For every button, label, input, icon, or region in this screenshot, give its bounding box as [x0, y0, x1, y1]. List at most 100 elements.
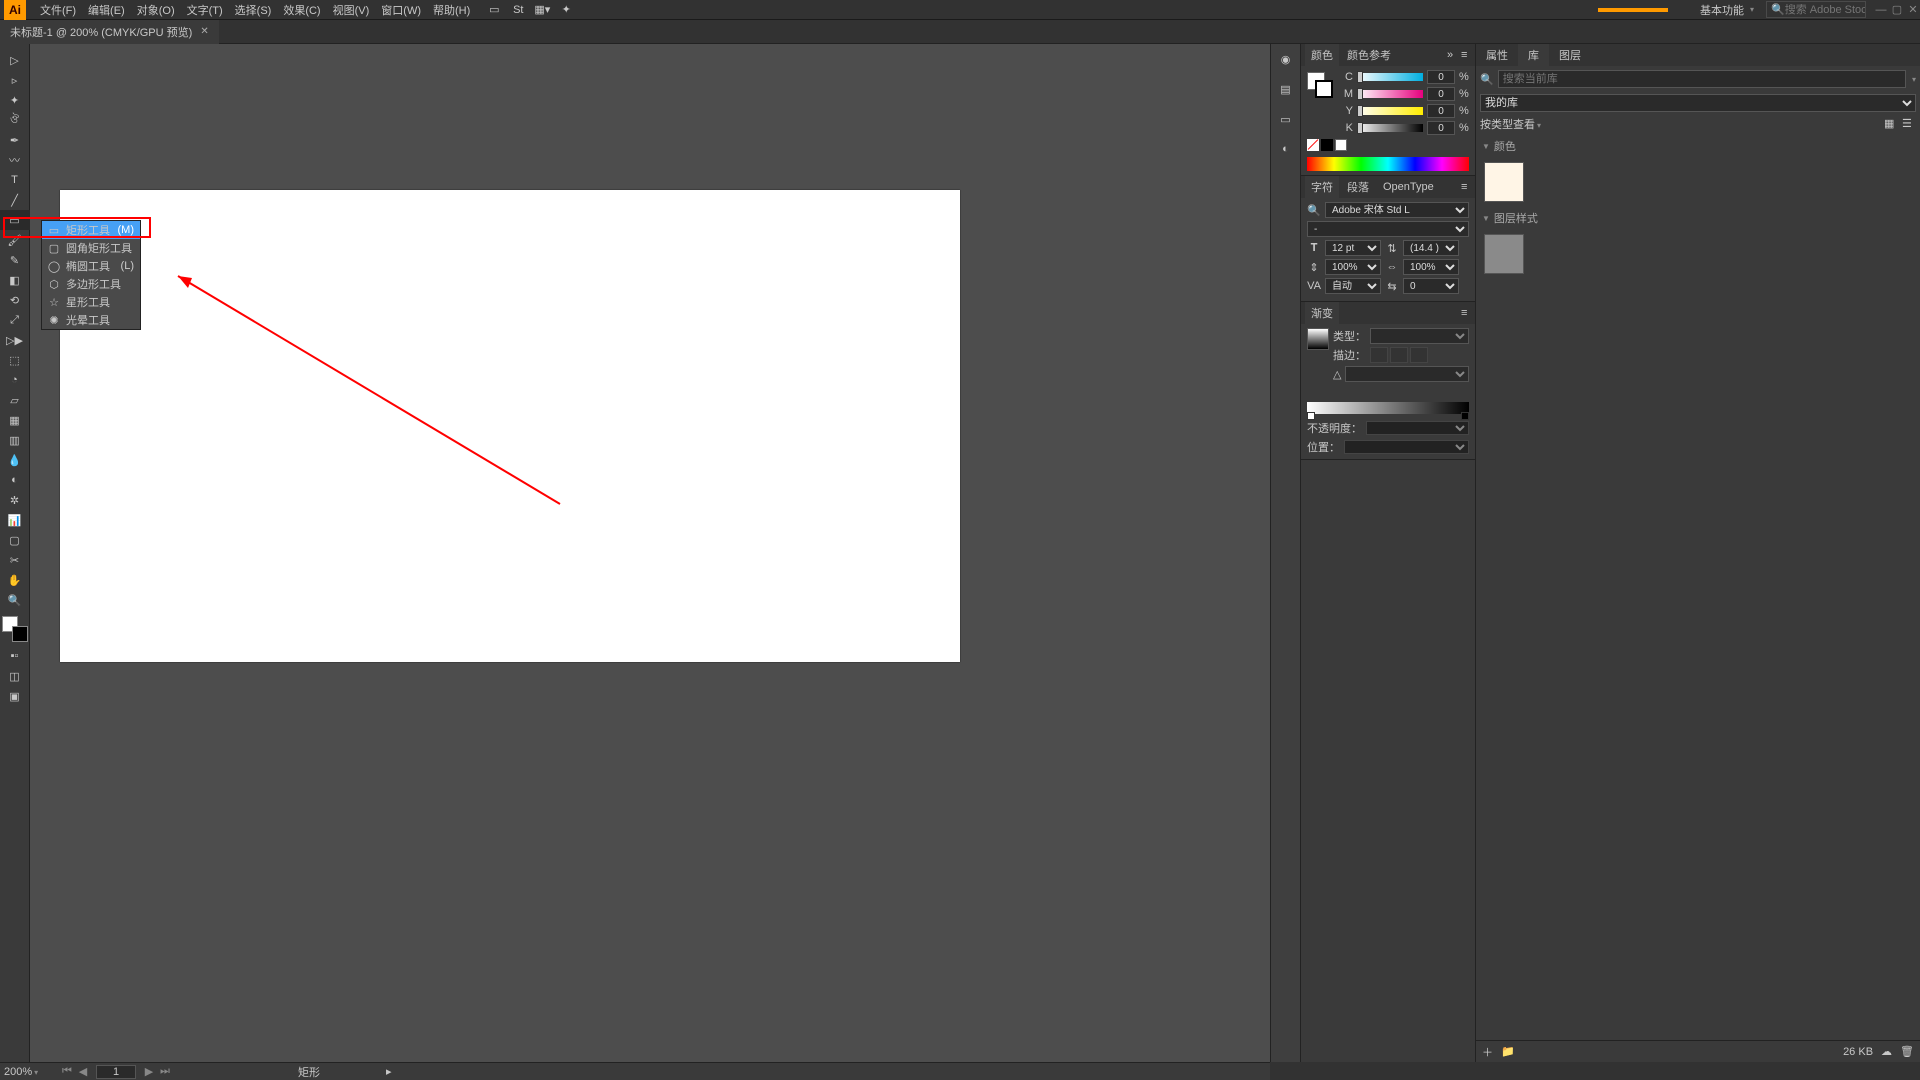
- free-transform-tool[interactable]: ⬚: [0, 350, 30, 370]
- selection-tool[interactable]: ▷: [0, 50, 30, 70]
- menu-effect[interactable]: 效果(C): [277, 0, 326, 20]
- panel-menu-icon[interactable]: ≡: [1461, 307, 1473, 319]
- pen-tool[interactable]: ✒: [0, 130, 30, 150]
- eraser-tool[interactable]: ◧: [0, 270, 30, 290]
- artboard-number[interactable]: [96, 1065, 136, 1079]
- opentype-tab[interactable]: OpenType: [1377, 176, 1440, 198]
- black-value[interactable]: [1427, 121, 1455, 135]
- menu-select[interactable]: 选择(S): [229, 0, 278, 20]
- slice-tool[interactable]: ✂: [0, 550, 30, 570]
- panel-menu-icon[interactable]: ≡: [1461, 181, 1473, 193]
- properties-tab[interactable]: 属性: [1476, 44, 1518, 66]
- vscale-select[interactable]: 100%: [1325, 259, 1381, 275]
- menu-edit[interactable]: 编辑(E): [82, 0, 131, 20]
- libraries-icon[interactable]: ▤: [1275, 78, 1297, 100]
- maximize-button[interactable]: ▢: [1890, 3, 1904, 17]
- collapse-icon[interactable]: »: [1447, 49, 1459, 61]
- yellow-slider[interactable]: [1357, 107, 1423, 115]
- curvature-tool[interactable]: 〰: [0, 150, 30, 170]
- gradient-angle[interactable]: [1345, 366, 1469, 382]
- symbol-tool[interactable]: ✲: [0, 490, 30, 510]
- panel-fill-stroke[interactable]: [1307, 72, 1333, 98]
- scale-tool[interactable]: ⤢: [0, 310, 30, 330]
- gradient-ramp[interactable]: [1307, 402, 1469, 414]
- document-tab[interactable]: 未标题-1 @ 200% (CMYK/GPU 预览) ✕: [0, 20, 219, 44]
- arrange-icon[interactable]: ▦▾: [534, 2, 550, 18]
- brushes-icon[interactable]: ▭: [1275, 108, 1297, 130]
- menu-help[interactable]: 帮助(H): [427, 0, 476, 20]
- rectangle-tool[interactable]: ▭: [0, 210, 30, 230]
- preferences-icon[interactable]: St: [510, 2, 526, 18]
- trash-icon[interactable]: 🗑: [1900, 1045, 1914, 1058]
- layers-tab[interactable]: 图层: [1549, 44, 1591, 66]
- paintbrush-tool[interactable]: 🖌: [0, 230, 30, 250]
- grid-view-icon[interactable]: ▦: [1884, 117, 1898, 131]
- gradient-stop-end[interactable]: [1461, 412, 1469, 420]
- magenta-value[interactable]: [1427, 87, 1455, 101]
- screen-mode[interactable]: ▣: [0, 686, 30, 706]
- menu-object[interactable]: 对象(O): [131, 0, 181, 20]
- black-swatch[interactable]: [1321, 139, 1333, 151]
- zoom-tool[interactable]: 🔍: [0, 590, 30, 610]
- magenta-slider[interactable]: [1357, 90, 1423, 98]
- flyout-star[interactable]: ☆ 星形工具: [42, 293, 140, 311]
- library-folder-icon[interactable]: 📁: [1501, 1045, 1515, 1058]
- stop-location[interactable]: [1344, 440, 1469, 454]
- none-swatch[interactable]: [1307, 139, 1319, 151]
- library-color-swatch[interactable]: [1484, 162, 1524, 202]
- menu-type[interactable]: 文字(T): [181, 0, 229, 20]
- stroke-grad-3[interactable]: [1410, 347, 1428, 363]
- stock-search-input[interactable]: [1785, 4, 1865, 16]
- color-mode-row[interactable]: ▪▫: [0, 646, 30, 666]
- menu-view[interactable]: 视图(V): [327, 0, 376, 20]
- font-style-select[interactable]: -: [1307, 221, 1469, 237]
- color-section-header[interactable]: 颜色: [1476, 134, 1920, 158]
- style-section-header[interactable]: 图层样式: [1476, 206, 1920, 230]
- minimize-button[interactable]: —: [1874, 3, 1888, 17]
- close-tab-icon[interactable]: ✕: [200, 26, 208, 37]
- doc-setup-icon[interactable]: ▭: [486, 2, 502, 18]
- add-content-icon[interactable]: ＋: [1482, 1044, 1493, 1060]
- search-dropdown[interactable]: [1910, 73, 1916, 85]
- character-tab[interactable]: 字符: [1305, 176, 1339, 198]
- panel-menu-icon[interactable]: ≡: [1461, 49, 1473, 61]
- stop-opacity[interactable]: [1366, 421, 1469, 435]
- font-family-select[interactable]: Adobe 宋体 Std L: [1325, 202, 1469, 218]
- hand-tool[interactable]: ✋: [0, 570, 30, 590]
- next-artboard-icon[interactable]: ▶: [142, 1065, 156, 1078]
- appearance-icon[interactable]: ◐: [1275, 138, 1297, 160]
- menu-file[interactable]: 文件(F): [34, 0, 82, 20]
- cloud-sync-icon[interactable]: ☁: [1881, 1045, 1892, 1058]
- flyout-flare[interactable]: ✺ 光晕工具: [42, 311, 140, 329]
- gradient-type-select[interactable]: [1370, 328, 1469, 344]
- prev-artboard-icon[interactable]: ◀: [76, 1065, 90, 1078]
- kerning-select[interactable]: 自动: [1325, 278, 1381, 294]
- magic-wand-tool[interactable]: ✦: [0, 90, 30, 110]
- rotate-tool[interactable]: ⟲: [0, 290, 30, 310]
- list-view-icon[interactable]: ☰: [1902, 117, 1916, 131]
- flyout-polygon[interactable]: ⬡ 多边形工具: [42, 275, 140, 293]
- perspective-tool[interactable]: ▱: [0, 390, 30, 410]
- gradient-stop-start[interactable]: [1307, 412, 1315, 420]
- color-tab[interactable]: 颜色: [1305, 44, 1339, 66]
- menu-window[interactable]: 窗口(W): [375, 0, 427, 20]
- gradient-tab[interactable]: 渐变: [1305, 302, 1339, 324]
- libraries-tab[interactable]: 库: [1518, 44, 1549, 66]
- gpu-icon[interactable]: ✦: [558, 2, 574, 18]
- library-select[interactable]: 我的库: [1480, 94, 1916, 112]
- stroke-color[interactable]: [12, 626, 28, 642]
- artboard[interactable]: [60, 190, 960, 662]
- flyout-ellipse[interactable]: ◯ 椭圆工具 (L): [42, 257, 140, 275]
- graph-tool[interactable]: 📊: [0, 510, 30, 530]
- color-guide-tab[interactable]: 颜色参考: [1341, 44, 1397, 66]
- library-search-input[interactable]: [1498, 70, 1906, 88]
- artboard-tool[interactable]: ▢: [0, 530, 30, 550]
- color-themes-icon[interactable]: ◉: [1275, 48, 1297, 70]
- cyan-value[interactable]: [1427, 70, 1455, 84]
- paragraph-tab[interactable]: 段落: [1341, 176, 1375, 198]
- cyan-slider[interactable]: [1357, 73, 1423, 81]
- tracking-select[interactable]: 0: [1403, 278, 1459, 294]
- last-artboard-icon[interactable]: ⏭: [158, 1065, 172, 1078]
- status-menu-icon[interactable]: ▸: [386, 1065, 392, 1078]
- pencil-tool[interactable]: ✎: [0, 250, 30, 270]
